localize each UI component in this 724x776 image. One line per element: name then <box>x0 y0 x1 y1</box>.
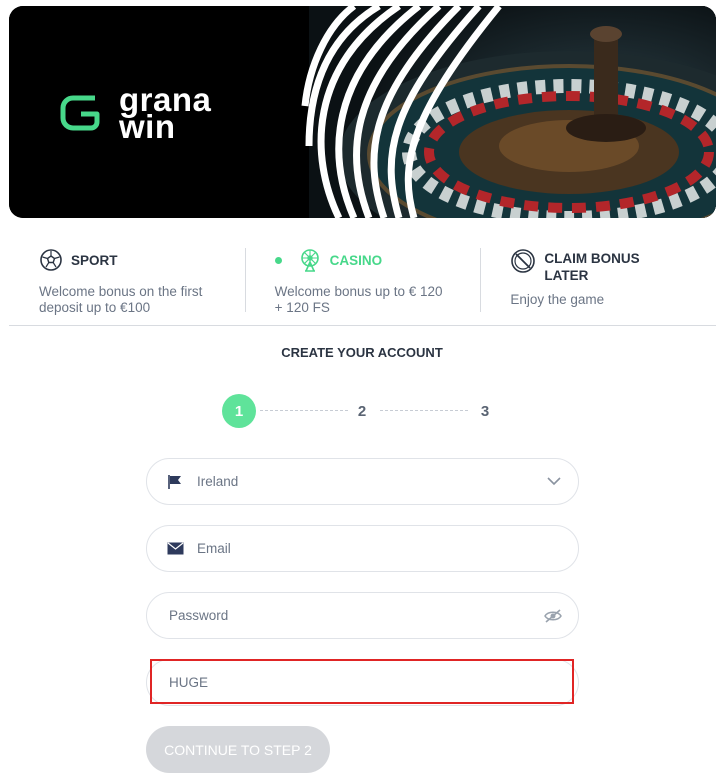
create-account-title: CREATE YOUR ACCOUNT <box>281 345 443 360</box>
bonus-desc-casino: Welcome bonus up to € 120 + 120 FS <box>274 284 443 315</box>
eye-hidden-icon[interactable] <box>544 608 562 624</box>
chevron-down-icon[interactable] <box>546 473 562 489</box>
selected-indicator <box>274 256 282 264</box>
password-placeholder: Password <box>169 608 229 623</box>
step-3: 3 <box>480 402 490 420</box>
bonus-option-sport[interactable]: SPORT Welcome bonus on the first deposit… <box>9 236 245 325</box>
bonus-title-claim-later: CLAIM BONUS LATER <box>544 251 640 283</box>
bonus-desc-claim-later: Enjoy the game <box>510 292 605 307</box>
step-2: 2 <box>357 402 367 420</box>
ferris-wheel-icon <box>300 249 319 272</box>
flag-icon <box>168 474 181 489</box>
football-icon <box>40 249 62 271</box>
email-placeholder: Email <box>197 541 231 556</box>
bonus-selector: SPORT Welcome bonus on the first deposit… <box>9 236 716 326</box>
bonus-desc-sport: Welcome bonus on the first deposit up to… <box>39 284 203 315</box>
step-connector <box>380 410 468 411</box>
step-indicator: 1 2 3 <box>222 394 502 428</box>
bonus-title-casino: CASINO <box>329 252 383 268</box>
granawin-logo: grana win <box>59 83 211 143</box>
step-1: 1 <box>222 394 256 428</box>
password-field[interactable]: Password <box>146 592 579 639</box>
step-connector <box>260 410 348 411</box>
email-field[interactable]: Email <box>146 525 579 572</box>
bonus-option-claim-later[interactable]: CLAIM BONUS LATER Enjoy the game <box>480 236 716 325</box>
granawin-logo-icon <box>60 95 100 131</box>
bonus-title-sport: SPORT <box>71 252 118 268</box>
no-bonus-icon <box>511 249 536 273</box>
envelope-icon <box>167 542 184 555</box>
bonus-option-casino[interactable]: CASINO Welcome bonus up to € 120 + 120 F… <box>244 236 481 325</box>
continue-button[interactable]: CONTINUE TO STEP 2 <box>146 726 330 773</box>
country-value: Ireland <box>197 474 239 489</box>
promo-code-value: HUGE <box>169 675 209 690</box>
hero-banner: grana win <box>9 6 716 218</box>
promo-code-field[interactable]: HUGE <box>146 659 579 706</box>
country-select[interactable]: Ireland <box>146 458 579 505</box>
